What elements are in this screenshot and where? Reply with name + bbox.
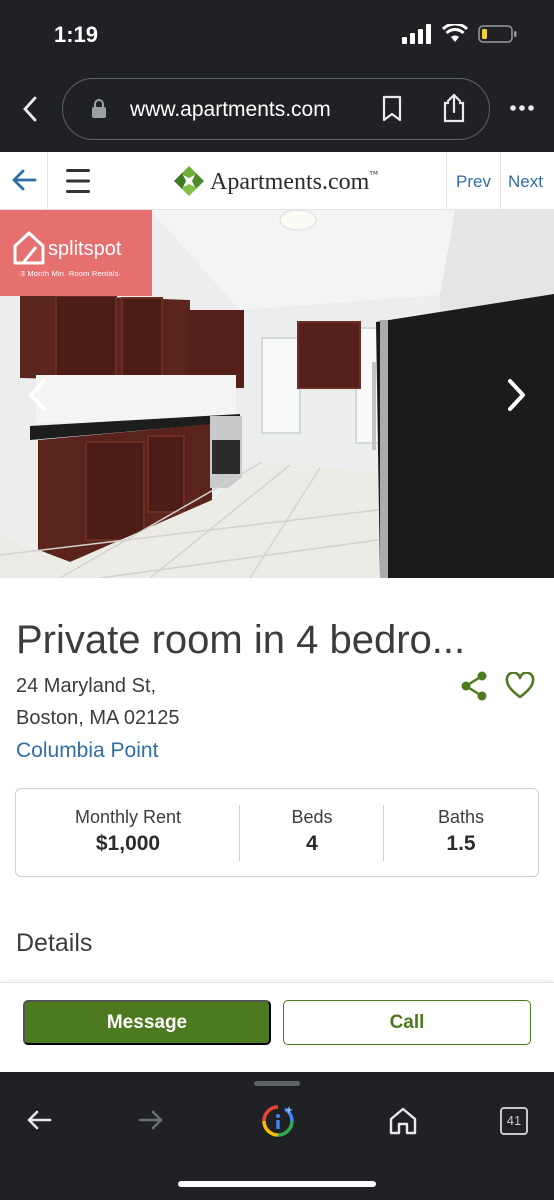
toolbar-forward-icon[interactable] (138, 1109, 164, 1131)
wifi-icon (442, 24, 468, 42)
header-divider (446, 152, 447, 210)
photo-prev-chevron-icon[interactable] (26, 378, 50, 412)
site-header: Apartments.com™ Prev Next (0, 152, 554, 210)
stat-value: 4 (306, 832, 318, 855)
battery-icon (478, 25, 517, 43)
house-logo-icon (13, 231, 45, 265)
more-options-icon[interactable] (509, 104, 535, 112)
google-lens-icon[interactable] (261, 1104, 295, 1138)
call-button[interactable]: Call (283, 1000, 531, 1045)
sheet-handle[interactable] (254, 1081, 300, 1086)
share-icon[interactable] (441, 93, 467, 123)
address-line-2: Boston, MA 02125 (16, 707, 180, 729)
splitspot-brand: splitspot (48, 238, 122, 260)
tab-switcher-button[interactable]: 41 (500, 1107, 528, 1135)
header-divider (47, 152, 48, 210)
toolbar-back-icon[interactable] (26, 1109, 52, 1131)
neighborhood-link[interactable]: Columbia Point (16, 739, 158, 763)
browser-chrome: 1:19 www.apartments.com (0, 0, 554, 152)
stat-label: Monthly Rent (74, 807, 182, 827)
contact-action-bar: Message Call (0, 982, 554, 1072)
status-icons (402, 24, 518, 44)
stat-value: 1.5 (446, 832, 476, 855)
stat-label: Beds (291, 807, 333, 827)
apartments-logo[interactable]: Apartments.com™ (210, 169, 378, 196)
apartments-logo-icon[interactable] (173, 165, 205, 197)
stat-value: $1,000 (95, 832, 161, 855)
url-text[interactable]: www.apartments.com (130, 98, 331, 122)
listing-photo[interactable]: splitspot ·3 Month Min. Room Rentals· (0, 210, 554, 578)
next-link[interactable]: Next (508, 172, 543, 192)
photo-next-chevron-icon[interactable] (504, 378, 528, 412)
details-heading: Details (16, 929, 93, 957)
home-indicator[interactable] (178, 1181, 376, 1187)
stat-beds: Beds 4 (240, 789, 384, 878)
lock-icon (92, 99, 106, 118)
status-time: 1:19 (54, 22, 99, 47)
listing-stats-card: Monthly Rent $1,000 Beds 4 Baths 1.5 (15, 788, 539, 877)
stat-monthly-rent: Monthly Rent $1,000 (16, 789, 240, 878)
listing-title: Private room in 4 bedro... (16, 618, 466, 662)
cellular-signal-icon (402, 24, 431, 44)
home-icon[interactable] (388, 1106, 418, 1136)
header-divider (500, 152, 501, 210)
stat-baths: Baths 1.5 (384, 789, 538, 878)
splitspot-badge: splitspot ·3 Month Min. Room Rentals· (0, 210, 152, 296)
prev-link[interactable]: Prev (456, 172, 491, 192)
hamburger-menu-icon[interactable] (64, 166, 92, 196)
share-listing-icon[interactable] (460, 671, 488, 701)
browser-back-icon[interactable] (20, 96, 40, 122)
message-button[interactable]: Message (23, 1000, 271, 1045)
browser-bottom-toolbar: 41 (0, 1072, 554, 1200)
bookmark-icon[interactable] (381, 95, 403, 123)
favorite-heart-icon[interactable] (505, 672, 535, 700)
back-arrow-icon[interactable] (11, 168, 37, 192)
address-line-1: 24 Maryland St, (16, 675, 157, 697)
splitspot-tagline: ·3 Month Min. Room Rentals· (18, 269, 122, 278)
stat-label: Baths (437, 807, 485, 827)
